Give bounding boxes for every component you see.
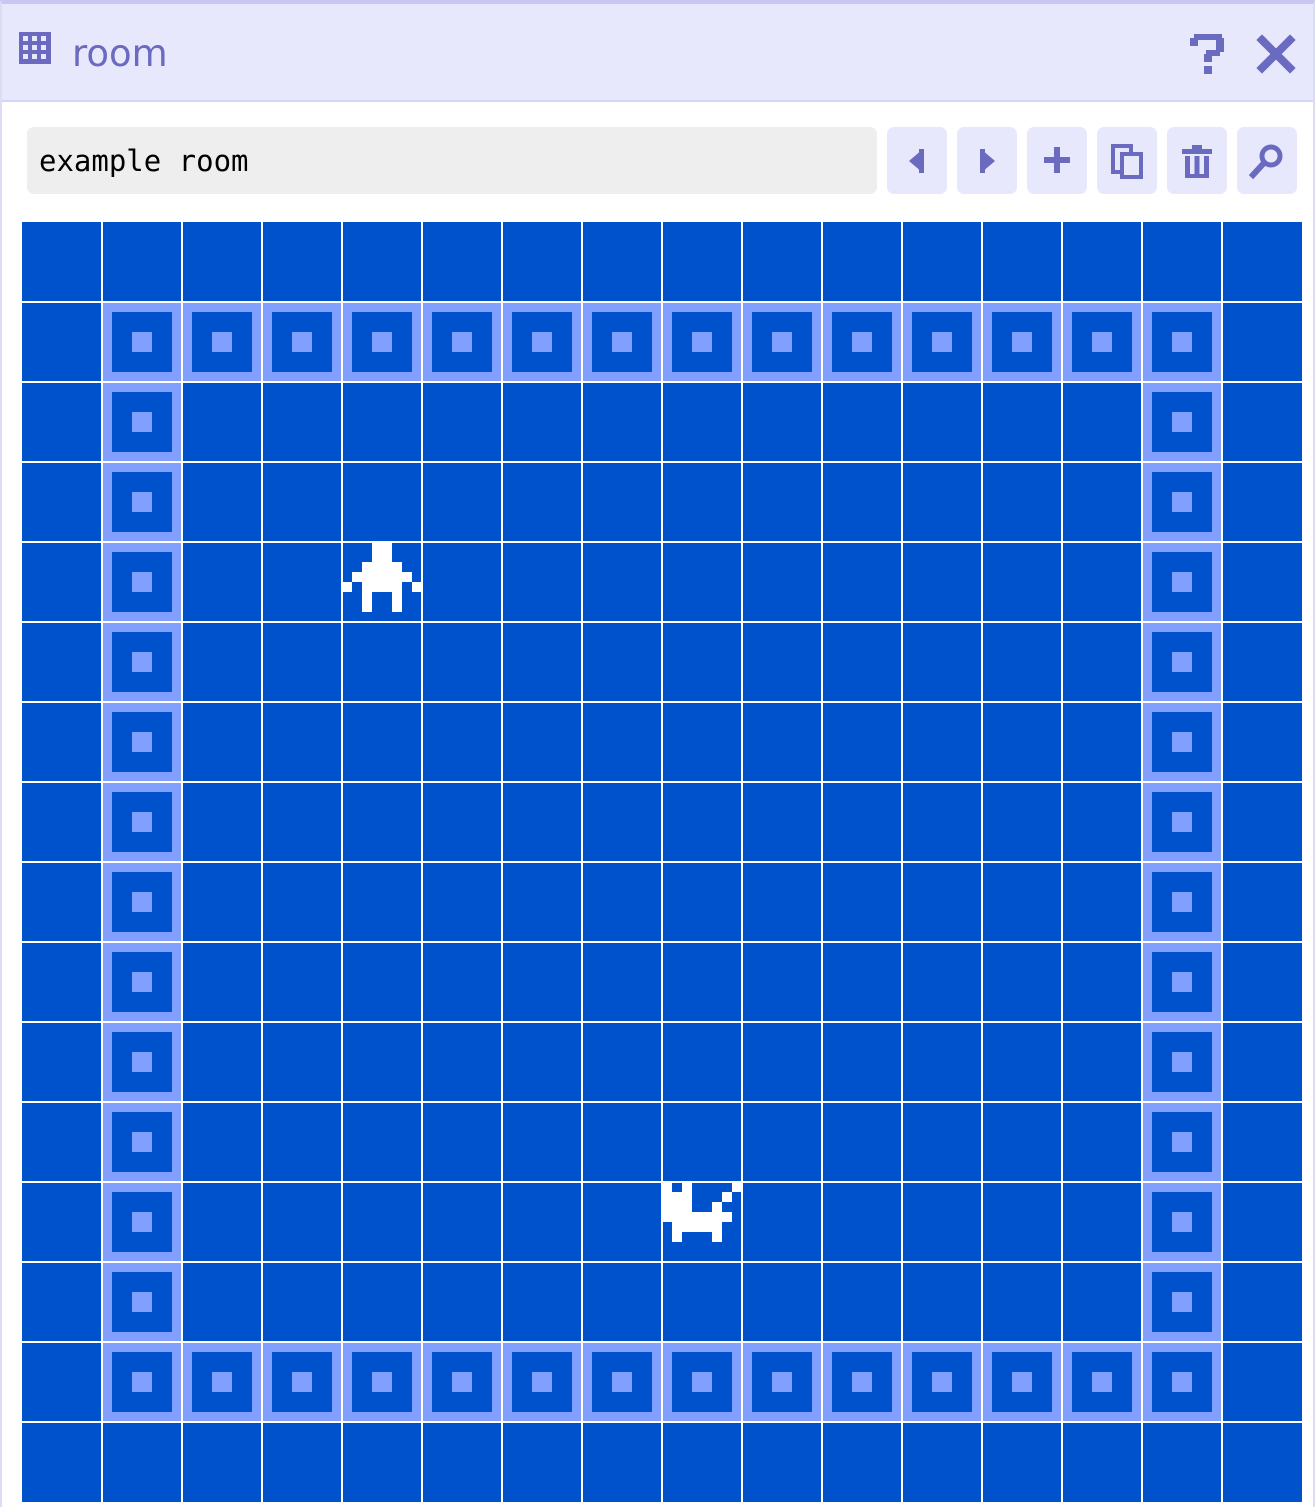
- wall-tile[interactable]: [1142, 302, 1222, 382]
- wall-tile[interactable]: [1142, 542, 1222, 622]
- wall-tile[interactable]: [342, 1342, 422, 1422]
- wall-tile[interactable]: [982, 302, 1062, 382]
- close-icon[interactable]: [1256, 34, 1296, 74]
- wall-tile[interactable]: [822, 1342, 902, 1422]
- wall-tile[interactable]: [1142, 782, 1222, 862]
- room-canvas[interactable]: [22, 222, 1302, 1502]
- duplicate-room-button[interactable]: [1097, 127, 1157, 194]
- wall-tile[interactable]: [422, 1342, 502, 1422]
- wall-tile[interactable]: [662, 302, 742, 382]
- wall-tile[interactable]: [102, 1342, 182, 1422]
- wall-tile[interactable]: [342, 302, 422, 382]
- triangle-left-icon: [909, 148, 924, 173]
- wall-tile[interactable]: [102, 1022, 182, 1102]
- wall-tile[interactable]: [1142, 862, 1222, 942]
- wall-tile[interactable]: [1142, 382, 1222, 462]
- grid-icon: [19, 32, 51, 64]
- wall-tile[interactable]: [182, 1342, 262, 1422]
- wall-tile[interactable]: [502, 1342, 582, 1422]
- magnifier-icon: [1249, 144, 1283, 179]
- wall-tile[interactable]: [1142, 1342, 1222, 1422]
- previous-room-button[interactable]: [887, 127, 947, 194]
- wall-tile[interactable]: [1142, 702, 1222, 782]
- wall-tile[interactable]: [102, 542, 182, 622]
- wall-tile[interactable]: [1142, 1102, 1222, 1182]
- wall-tile[interactable]: [102, 862, 182, 942]
- wall-tile[interactable]: [102, 382, 182, 462]
- wall-tile[interactable]: [102, 782, 182, 862]
- wall-tile[interactable]: [1142, 622, 1222, 702]
- wall-tile[interactable]: [182, 302, 262, 382]
- add-room-button[interactable]: [1027, 127, 1087, 194]
- wall-tile[interactable]: [102, 1102, 182, 1182]
- wall-tile[interactable]: [422, 302, 502, 382]
- delete-room-button[interactable]: [1167, 127, 1227, 194]
- wall-tile[interactable]: [742, 302, 822, 382]
- title-bar: room: [2, 4, 1313, 102]
- wall-tile[interactable]: [262, 302, 342, 382]
- triangle-right-icon: [980, 148, 995, 173]
- question-mark-icon[interactable]: [1188, 32, 1228, 76]
- wall-tile[interactable]: [1062, 302, 1142, 382]
- wall-tile[interactable]: [102, 1262, 182, 1342]
- plus-icon: [1044, 146, 1070, 173]
- wall-tile[interactable]: [1142, 462, 1222, 542]
- wall-tile[interactable]: [1142, 1262, 1222, 1342]
- wall-tile[interactable]: [662, 1342, 742, 1422]
- wall-tile[interactable]: [1062, 1342, 1142, 1422]
- trash-icon: [1182, 144, 1212, 178]
- wall-tile[interactable]: [1142, 1022, 1222, 1102]
- window-title: room: [72, 32, 168, 75]
- wall-tile[interactable]: [902, 302, 982, 382]
- next-room-button[interactable]: [957, 127, 1017, 194]
- wall-tile[interactable]: [902, 1342, 982, 1422]
- wall-tile[interactable]: [822, 302, 902, 382]
- wall-tile[interactable]: [502, 302, 582, 382]
- wall-tile[interactable]: [102, 942, 182, 1022]
- wall-tile[interactable]: [102, 702, 182, 782]
- wall-tile[interactable]: [582, 302, 662, 382]
- wall-tile[interactable]: [742, 1342, 822, 1422]
- wall-tile[interactable]: [1142, 1182, 1222, 1262]
- wall-tile[interactable]: [1142, 942, 1222, 1022]
- wall-tile[interactable]: [262, 1342, 342, 1422]
- wall-tile[interactable]: [102, 302, 182, 382]
- room-panel: room: [0, 0, 1315, 1507]
- wall-tile[interactable]: [102, 622, 182, 702]
- room-name-input[interactable]: [27, 127, 877, 194]
- wall-tile[interactable]: [982, 1342, 1062, 1422]
- wall-tile[interactable]: [582, 1342, 662, 1422]
- copy-icon: [1111, 143, 1143, 179]
- wall-tile[interactable]: [102, 462, 182, 542]
- wall-tile[interactable]: [102, 1182, 182, 1262]
- find-room-button[interactable]: [1237, 127, 1297, 194]
